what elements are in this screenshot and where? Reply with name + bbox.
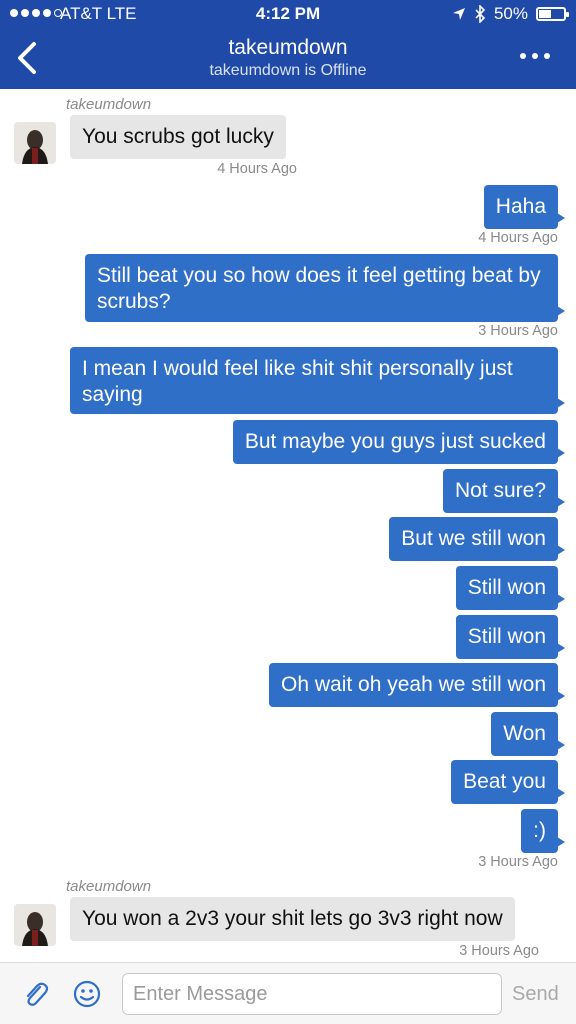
outgoing-message-bubble: Haha <box>483 185 566 229</box>
sender-name: takeumdown <box>66 878 152 895</box>
navigation-header: AT&T LTE 4:12 PM 50% takeumdown takeumdo… <box>0 0 576 89</box>
send-button[interactable]: Send <box>512 983 559 1006</box>
avatar[interactable] <box>14 122 56 164</box>
outgoing-message-bubble: Still beat you so how does it feel getti… <box>85 254 565 322</box>
incoming-message-bubble: You scrubs got lucky <box>70 115 286 159</box>
message-timestamp: 4 Hours Ago <box>217 161 297 177</box>
outgoing-message-bubble: :) <box>521 809 565 853</box>
message-input[interactable] <box>122 973 502 1015</box>
outgoing-message-bubble: I mean I would feel like shit shit perso… <box>70 347 565 414</box>
battery-icon <box>536 7 569 21</box>
outgoing-message-bubble: Still won <box>455 566 566 610</box>
battery-percent: 50% <box>493 4 528 23</box>
paperclip-icon[interactable] <box>20 979 50 1009</box>
message-timestamp: 3 Hours Ago <box>478 854 558 870</box>
outgoing-message-bubble: Beat you <box>451 760 565 804</box>
incoming-message-bubble: You won a 2v3 your shit lets go 3v3 righ… <box>70 897 515 941</box>
outgoing-message-bubble: Still won <box>455 615 566 659</box>
outgoing-message-bubble: Not sure? <box>442 469 566 513</box>
more-options-icon[interactable] <box>520 53 550 59</box>
bluetooth-icon <box>475 5 486 23</box>
status-bar: AT&T LTE 4:12 PM 50% <box>0 0 576 28</box>
emoji-icon[interactable] <box>72 979 102 1009</box>
conversation-title: takeumdown <box>228 36 348 59</box>
presence-status: takeumdown is Offline <box>209 62 367 79</box>
sender-name: takeumdown <box>66 96 152 113</box>
outgoing-message-bubble: Oh wait oh yeah we still won <box>269 663 565 707</box>
message-timestamp: 3 Hours Ago <box>478 323 558 339</box>
message-timestamp: 3 Hours Ago <box>459 943 539 959</box>
message-composer: Send <box>0 962 576 1024</box>
outgoing-message-bubble: But we still won <box>389 517 565 561</box>
outgoing-message-bubble: Won <box>491 712 565 756</box>
message-list[interactable]: takeumdown You scrubs got lucky 4 Hours … <box>0 89 576 962</box>
location-arrow-icon <box>452 8 465 20</box>
avatar[interactable] <box>14 904 56 946</box>
message-timestamp: 4 Hours Ago <box>478 230 558 246</box>
outgoing-message-bubble: But maybe you guys just sucked <box>232 420 566 464</box>
